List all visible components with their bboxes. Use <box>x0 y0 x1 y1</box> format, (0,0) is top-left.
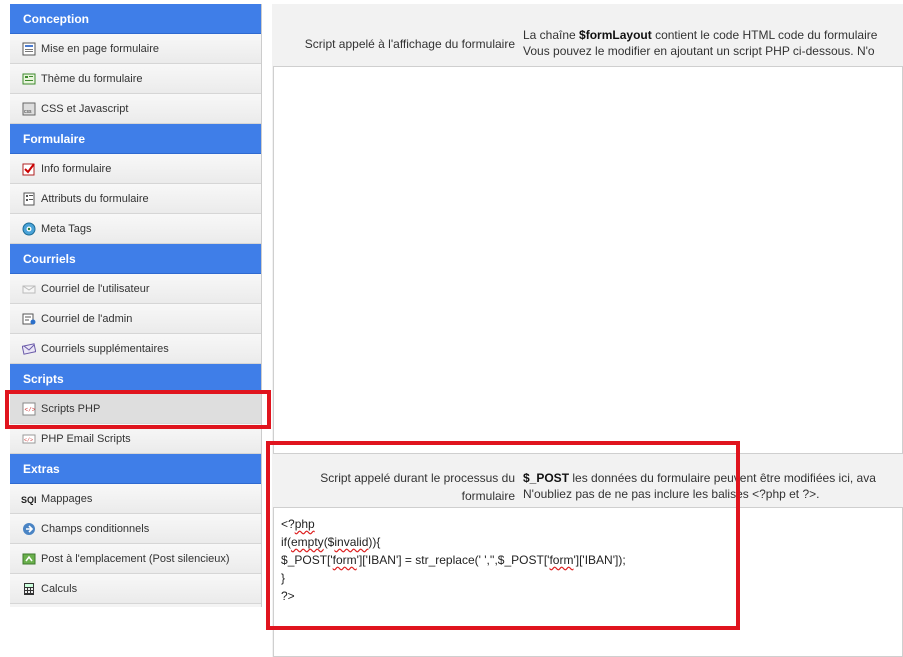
sidebar-item-form-edit[interactable]: Info formulaire <box>10 154 261 184</box>
section-header-extras: Extras <box>10 454 261 484</box>
display-script-code[interactable] <box>274 67 902 74</box>
form-layout-var: $formLayout <box>579 28 652 42</box>
process-script-row: Script appelé durant le processus du for… <box>272 456 903 657</box>
section-header-conception: Conception <box>10 4 261 34</box>
form-edit-icon <box>21 161 36 176</box>
sidebar-item-sql[interactable]: SQL Mappages <box>10 484 261 514</box>
sidebar-item-user-mail[interactable]: Courriel de l'utilisateur <box>10 274 261 304</box>
theme-icon <box>21 71 36 86</box>
svg-text:SQL: SQL <box>21 495 36 505</box>
process-script-label: Script appelé durant le processus du for… <box>320 471 515 503</box>
code-line: if(empty($invalid)){ <box>281 535 381 549</box>
svg-text:</>: </> <box>24 437 33 443</box>
display-script-editor[interactable] <box>273 66 903 454</box>
sidebar-item-label: Champs conditionnels <box>41 522 150 535</box>
section-header-formulaire: Formulaire <box>10 124 261 154</box>
silent-post-icon <box>21 551 36 566</box>
sidebar-item-label: Scripts PHP <box>41 402 101 415</box>
sidebar-item-attributes[interactable]: Attributs du formulaire <box>10 184 261 214</box>
display-script-row: Script appelé à l'affichage du formulair… <box>272 4 903 456</box>
code-line: ?> <box>281 589 295 603</box>
process-script-code[interactable]: <?php if(empty($invalid)){ $_POST['form'][… <box>274 508 902 605</box>
process-script-description: $_POST les données du formulaire peuvent… <box>523 471 876 501</box>
section-header-scripts: Scripts <box>10 364 261 394</box>
sidebar-item-label: CSS et Javascript <box>41 102 129 115</box>
layout-icon <box>21 41 36 56</box>
display-script-label: Script appelé à l'affichage du formulair… <box>304 37 515 51</box>
css-icon: css <box>21 101 36 116</box>
sidebar-item-label: Calculs <box>41 582 78 595</box>
display-script-description: La chaîne $formLayout contient le code H… <box>523 28 878 58</box>
sidebar-item-label: Mise en page formulaire <box>41 42 160 55</box>
code-line: } <box>281 571 286 585</box>
sidebar-item-theme[interactable]: Thème du formulaire <box>10 64 261 94</box>
sidebar-item-label: Meta Tags <box>41 222 92 235</box>
sidebar-item-extra-mail[interactable]: Courriels supplémentaires <box>10 334 261 364</box>
sidebar-item-calculator[interactable]: Calculs <box>10 574 261 604</box>
php-script-icon: </> <box>21 401 36 416</box>
sidebar-item-label: Attributs du formulaire <box>41 192 149 205</box>
user-mail-icon <box>21 281 36 296</box>
sidebar-item-label: Thème du formulaire <box>41 72 143 85</box>
sidebar-item-label: Info formulaire <box>41 162 112 175</box>
sidebar-item-php-email[interactable]: </> PHP Email Scripts <box>10 424 261 454</box>
php-email-icon: </> <box>21 431 36 446</box>
sidebar-item-label: PHP Email Scripts <box>41 432 131 445</box>
sidebar-item-layout[interactable]: Mise en page formulaire <box>10 34 261 64</box>
calculator-icon <box>21 581 36 596</box>
conditional-icon <box>21 521 36 536</box>
sidebar-item-label: Post à l'emplacement (Post silencieux) <box>41 552 230 565</box>
section-header-courriels: Courriels <box>10 244 261 274</box>
sidebar-item-label: Courriel de l'utilisateur <box>41 282 150 295</box>
post-var: $_POST <box>523 471 570 485</box>
sidebar-item-meta-tags[interactable]: Meta Tags <box>10 214 261 244</box>
sidebar-item-label: Courriels supplémentaires <box>41 342 169 355</box>
sidebar: Conception Mise en page formulaire Thème d… <box>10 4 262 607</box>
sidebar-item-css[interactable]: css CSS et Javascript <box>10 94 261 124</box>
process-script-editor[interactable]: <?php if(empty($invalid)){ $_POST['form'][… <box>273 507 903 657</box>
svg-text:css: css <box>24 109 32 115</box>
sidebar-item-admin-mail[interactable]: Courriel de l'admin <box>10 304 261 334</box>
admin-mail-icon <box>21 311 36 326</box>
code-line: $_POST['form']['IBAN'] = str_replace(' '… <box>281 553 626 567</box>
sidebar-item-silent-post[interactable]: Post à l'emplacement (Post silencieux) <box>10 544 261 574</box>
sidebar-item-label: Mappages <box>41 492 93 505</box>
sidebar-item-label: Courriel de l'admin <box>41 312 133 325</box>
sidebar-item-php-script[interactable]: </> Scripts PHP <box>10 394 261 424</box>
extra-mail-icon <box>21 341 36 356</box>
sql-icon: SQL <box>21 491 36 506</box>
attributes-icon <box>21 191 36 206</box>
svg-text:</>: </> <box>24 406 35 413</box>
meta-tags-icon <box>21 221 36 236</box>
main-panel: Script appelé à l'affichage du formulair… <box>272 4 903 657</box>
sidebar-item-conditional[interactable]: Champs conditionnels <box>10 514 261 544</box>
code-line: <?php <box>281 517 315 531</box>
